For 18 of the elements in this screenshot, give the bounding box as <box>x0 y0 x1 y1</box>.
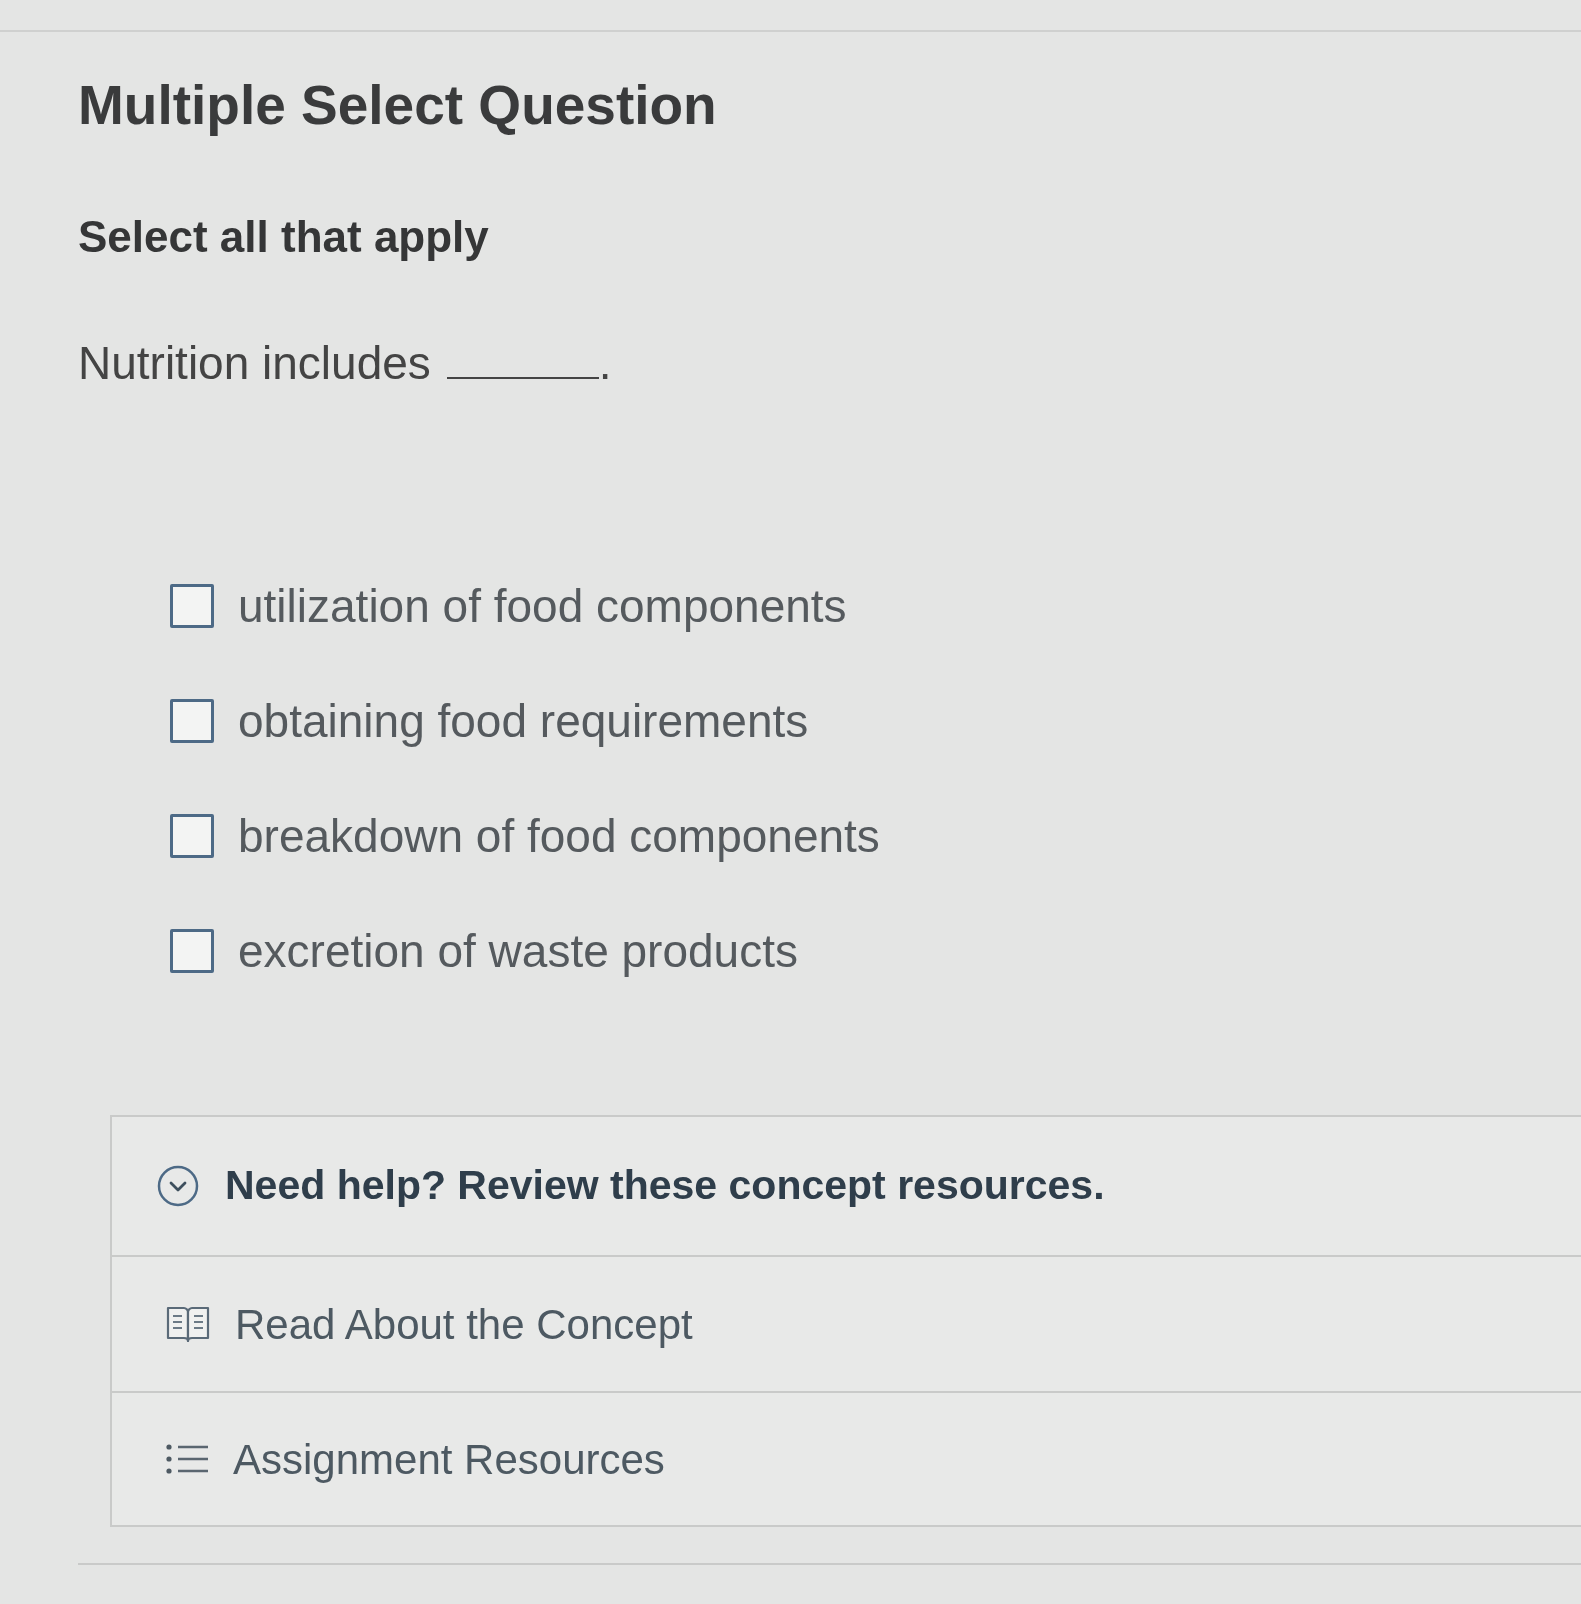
instruction-text: Select all that apply <box>78 211 490 263</box>
question-text: Nutrition includes <box>78 336 431 390</box>
resource-link[interactable]: Assignment Resources <box>165 1427 665 1491</box>
sentence-period: . <box>598 336 612 390</box>
checkbox[interactable] <box>170 584 214 628</box>
chevron-down-circle-icon <box>157 1165 199 1207</box>
option-label[interactable]: obtaining food requirements <box>238 686 809 756</box>
question-title: Multiple Select Question <box>78 73 718 137</box>
checkbox[interactable] <box>170 699 214 743</box>
option-label[interactable]: breakdown of food components <box>238 801 880 871</box>
help-toggle[interactable]: Need help? Review these concept resources. <box>157 1155 1105 1217</box>
option-label[interactable]: excretion of waste products <box>238 916 798 986</box>
book-icon <box>165 1304 211 1344</box>
option-label[interactable]: utilization of food components <box>238 571 847 641</box>
list-icon <box>165 1441 209 1477</box>
checkbox[interactable] <box>170 814 214 858</box>
resource-link[interactable]: Read About the Concept <box>165 1292 693 1356</box>
checkbox[interactable] <box>170 929 214 973</box>
